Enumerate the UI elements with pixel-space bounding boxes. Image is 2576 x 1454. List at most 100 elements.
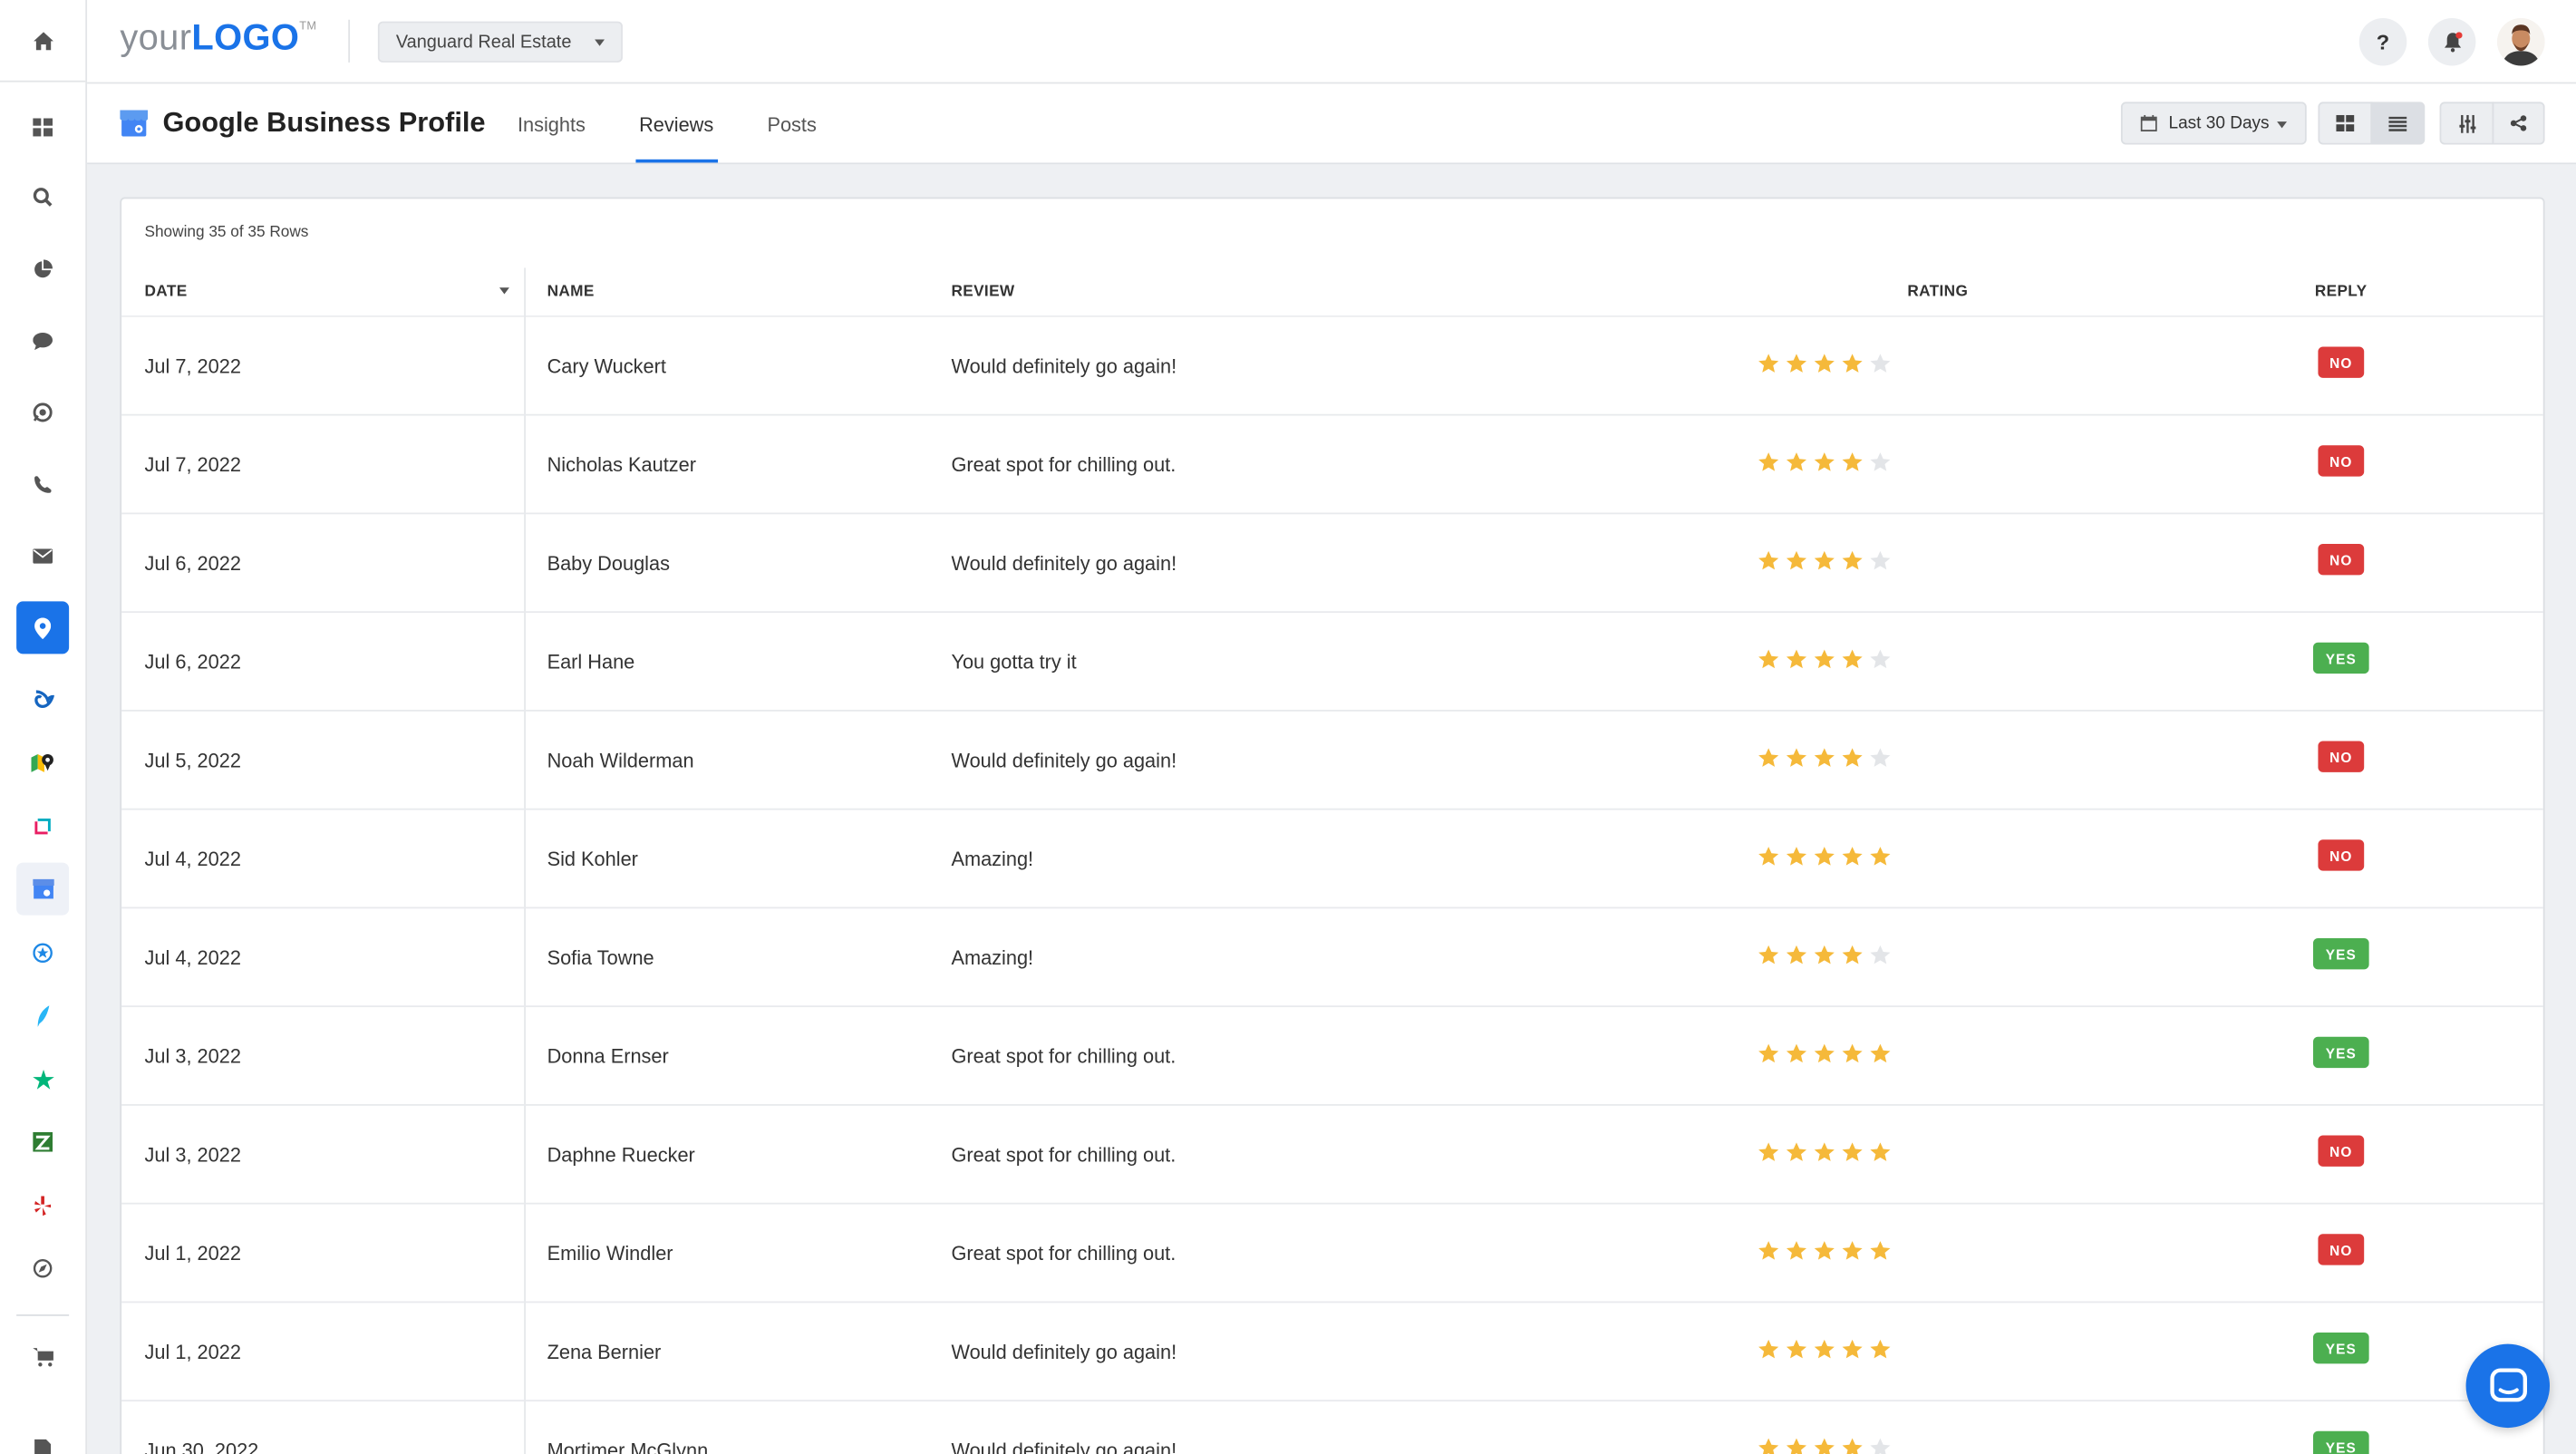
share-button[interactable] [2492,102,2545,145]
sidebar-divider [16,1314,70,1316]
top-bar: yourLOGOTM Vanguard Real Estate ? [87,0,2576,84]
star-filled-icon [1758,1241,1779,1260]
review-text: Great spot for chilling out. [951,1044,1177,1069]
sidebar-item-feather[interactable] [16,989,69,1042]
sidebar-item-maps[interactable] [16,736,69,789]
reviews-table-card: Showing 35 of 35 Rows DATE NAME REVIEW R… [120,197,2545,1454]
logo[interactable]: yourLOGOTM [120,16,316,59]
sidebar-item-calls[interactable] [16,459,69,511]
review-date: Jun 30, 2022 [144,1439,259,1454]
table-row[interactable]: Jul 4, 2022 Sid Kohler Amazing! NO [121,810,2543,909]
reply-status-badge: YES [2313,1430,2369,1454]
star-rating [1758,748,1891,770]
dashboard-icon [33,117,53,136]
logo-text-light: your [120,16,192,58]
tab-posts[interactable]: Posts [767,113,816,136]
date-range-picker[interactable]: Last 30 Days [2120,102,2307,145]
sidebar-item-google-business[interactable] [16,862,70,916]
star-filled-icon [1870,1241,1891,1260]
star-empty-icon [1870,1438,1891,1454]
review-text: Great spot for chilling out. [951,1143,1177,1167]
google-business-icon [32,878,53,899]
grid-view-button[interactable] [2318,102,2373,145]
table-row[interactable]: Jul 1, 2022 Emilio Windler Great spot for … [121,1205,2543,1304]
sub-header: Google Business Profile Insights Reviews… [87,83,2576,165]
column-header-date[interactable]: DATE [145,283,188,301]
star-filled-icon [1842,354,1863,373]
sidebar-item-search[interactable] [16,171,69,224]
column-header-rating[interactable]: RATING [1907,283,1968,301]
review-date: Jul 3, 2022 [144,1044,241,1069]
sidebar-item-local[interactable] [16,601,70,654]
star-filled-icon [1814,1043,1835,1063]
page-title: Google Business Profile [162,106,486,139]
review-date: Jul 6, 2022 [144,650,241,674]
sidebar-item-target[interactable] [16,386,69,439]
sidebar-item-dashboard[interactable] [16,101,69,153]
star-empty-icon [1870,748,1891,767]
review-date: Jul 4, 2022 [144,848,241,871]
sidebar-item-sync[interactable] [16,800,69,853]
column-header-name[interactable]: NAME [547,283,595,301]
reply-status-badge: YES [2313,642,2369,674]
sidebar-item-bird[interactable] [16,672,69,724]
review-date: Jul 7, 2022 [144,354,241,378]
user-avatar-icon [2497,17,2545,66]
table-row[interactable]: Jul 3, 2022 Donna Ernser Great spot for ch… [121,1007,2543,1106]
chat-launcher-button[interactable] [2465,1343,2550,1429]
column-header-review[interactable]: REVIEW [951,283,1014,301]
sort-desc-icon[interactable] [499,287,509,295]
star-filled-icon [1842,1043,1863,1063]
sidebar-item-compass[interactable] [16,1242,69,1294]
help-button[interactable]: ? [2358,17,2407,66]
columns-settings-button[interactable] [2439,102,2494,145]
sidebar-item-zillow[interactable] [16,1116,69,1168]
reviewer-name: Zena Bernier [547,1341,662,1364]
sidebar-item-trustpilot[interactable] [16,1053,69,1106]
star-empty-icon [1870,945,1891,964]
star-filled-icon [1786,649,1807,669]
tab-reviews[interactable]: Reviews [639,113,713,136]
sidebar-item-reviews[interactable] [16,926,69,979]
table-row[interactable]: Jul 6, 2022 Earl Hane You gotta try it YES [121,613,2543,712]
sidebar-item-analytics[interactable] [16,243,69,296]
table-row[interactable]: Jul 7, 2022 Cary Wuckert Would definitely … [121,317,2543,416]
home-button[interactable] [0,0,86,82]
table-row[interactable]: Jul 5, 2022 Noah Wilderman Would definitel… [121,712,2543,810]
table-row[interactable]: Jul 4, 2022 Sofia Towne Amazing! YES [121,908,2543,1008]
table-row[interactable]: Jul 1, 2022 Zena Bernier Would definitely … [121,1303,2543,1402]
review-text: Would definitely go again! [951,749,1177,772]
table-row[interactable]: Jul 7, 2022 Nicholas Kautzer Great spot fo… [121,416,2543,515]
star-filled-icon [1842,1241,1863,1260]
review-text: Amazing! [951,946,1034,970]
star-filled-icon [1786,1339,1807,1359]
sidebar-item-reports[interactable] [16,1423,69,1454]
sidebar-item-cart[interactable] [16,1331,69,1383]
star-rating [1758,550,1891,572]
column-header-reply[interactable]: REPLY [2315,283,2368,301]
sidebar-item-yelp[interactable] [16,1179,69,1232]
list-view-button[interactable] [2370,102,2426,145]
sidebar-item-chat[interactable] [16,314,69,366]
star-filled-icon [1842,649,1863,669]
sliders-icon [2458,113,2475,132]
star-rating [1758,1240,1891,1262]
star-rating [1758,1142,1891,1164]
star-filled-icon [1758,1339,1779,1359]
review-text: Great spot for chilling out. [951,453,1177,477]
sidebar-item-email[interactable] [16,529,69,582]
star-empty-icon [1870,354,1891,373]
notifications-button[interactable] [2427,17,2476,66]
star-rating [1758,1339,1891,1361]
tab-insights[interactable]: Insights [518,113,586,136]
star-filled-icon [1814,945,1835,964]
reviewer-name: Nicholas Kautzer [547,453,696,477]
client-selector[interactable]: Vanguard Real Estate [377,21,623,63]
reviewer-name: Sofia Towne [547,946,654,970]
table-row[interactable]: Jul 6, 2022 Baby Douglas Would definitely … [121,514,2543,614]
star-filled-icon [1786,1241,1807,1260]
avatar[interactable] [2497,17,2545,66]
table-row[interactable]: Jul 3, 2022 Daphne Ruecker Great spot for … [121,1106,2543,1205]
star-empty-icon [1870,649,1891,669]
table-row[interactable]: Jun 30, 2022 Mortimer McGlynn Would defini… [121,1401,2543,1454]
